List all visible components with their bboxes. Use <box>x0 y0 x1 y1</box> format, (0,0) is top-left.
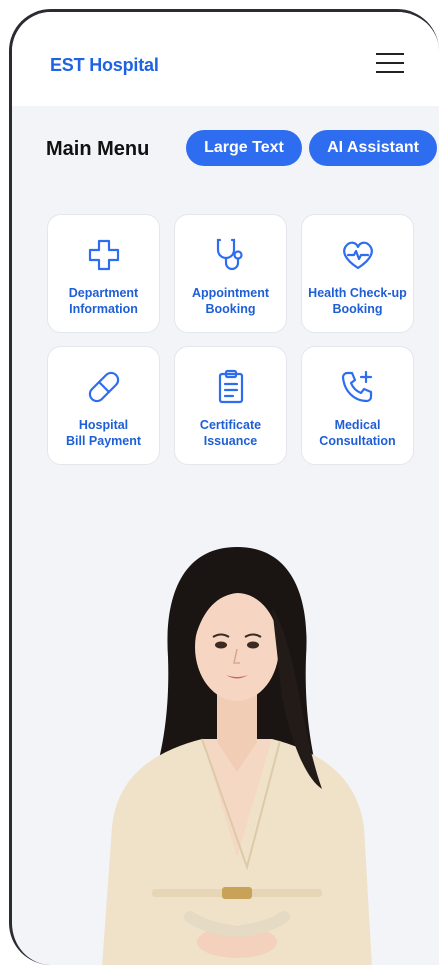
service-grid: Department Information Appointment Booki… <box>47 214 414 465</box>
tile-appointment-booking[interactable]: Appointment Booking <box>174 214 287 333</box>
app-brand[interactable]: EST Hospital <box>50 55 159 76</box>
main-menu-title: Main Menu <box>46 138 150 160</box>
tile-health-checkup-booking[interactable]: Health Check-up Booking <box>301 214 414 333</box>
tile-certificate-issuance[interactable]: Certificate Issuance <box>174 346 287 465</box>
tile-department-information[interactable]: Department Information <box>47 214 160 333</box>
ai-assistant-avatar <box>102 547 372 965</box>
phone-plus-icon <box>341 370 372 403</box>
medical-cross-icon <box>88 239 119 271</box>
tile-hospital-bill-payment[interactable]: Hospital Bill Payment <box>47 346 160 465</box>
heart-pulse-icon <box>342 241 373 270</box>
tile-medical-consultation[interactable]: Medical Consultation <box>301 346 414 465</box>
app-header: EST Hospital <box>12 12 439 106</box>
tile-label: Department Information <box>68 286 139 316</box>
hamburger-line <box>376 53 404 55</box>
large-text-button[interactable]: Large Text <box>186 130 302 166</box>
hamburger-line <box>376 62 404 64</box>
tile-label: Hospital Bill Payment <box>65 418 142 448</box>
tile-label: Certificate Issuance <box>199 418 262 448</box>
hamburger-line <box>376 71 404 73</box>
clipboard-icon <box>218 369 243 404</box>
tile-label: Medical Consultation <box>319 418 396 448</box>
pill-icon <box>88 371 119 403</box>
stethoscope-icon <box>216 238 243 271</box>
hamburger-icon[interactable] <box>376 52 404 74</box>
tile-label: Appointment Booking <box>191 286 270 316</box>
ai-assistant-button[interactable]: AI Assistant <box>309 130 437 166</box>
tile-label: Health Check-up Booking <box>308 286 407 316</box>
phone-frame: EST Hospital Main Menu Large Text AI Ass… <box>9 9 439 965</box>
